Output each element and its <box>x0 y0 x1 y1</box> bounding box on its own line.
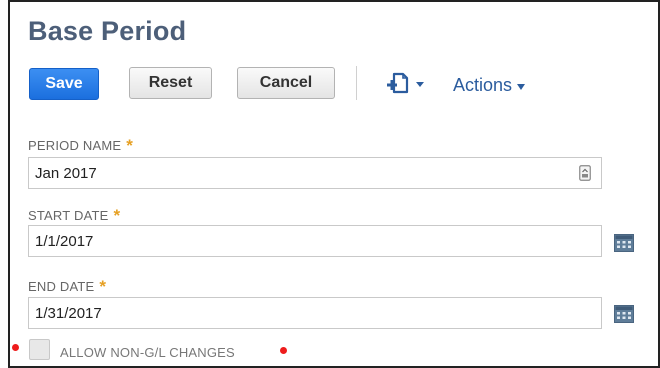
annotation-dot <box>12 344 19 351</box>
end-date-label-text: END DATE <box>28 279 95 294</box>
end-date-label: END DATE * <box>28 276 106 296</box>
end-date-field[interactable]: 1/31/2017 <box>28 297 602 329</box>
start-date-field[interactable]: 1/1/2017 <box>28 225 602 257</box>
start-date-value: 1/1/2017 <box>35 232 94 250</box>
period-name-value: Jan 2017 <box>35 164 97 182</box>
actions-label: Actions <box>453 75 513 95</box>
page-title: Base Period <box>28 16 187 46</box>
allow-non-gl-label: ALLOW NON-G/L CHANGES <box>60 345 235 360</box>
period-name-label: PERIOD NAME * <box>28 135 133 155</box>
required-marker: * <box>99 277 107 296</box>
annotation-dot <box>280 347 287 354</box>
required-marker: * <box>126 136 134 155</box>
field-picker-icon[interactable] <box>579 165 591 181</box>
calendar-icon[interactable] <box>614 234 634 252</box>
reset-button[interactable]: Reset <box>129 67 212 99</box>
toolbar-divider <box>356 66 357 100</box>
period-name-field[interactable]: Jan 2017 <box>28 157 602 189</box>
new-document-menu[interactable] <box>386 72 430 98</box>
cancel-button[interactable]: Cancel <box>237 67 335 99</box>
end-date-value: 1/31/2017 <box>35 304 102 322</box>
actions-menu[interactable]: Actions <box>453 75 526 96</box>
chevron-down-icon <box>416 82 424 87</box>
save-button[interactable]: Save <box>29 68 99 100</box>
start-date-label: START DATE * <box>28 205 120 225</box>
new-document-icon <box>387 72 424 94</box>
required-marker: * <box>113 206 121 225</box>
start-date-label-text: START DATE <box>28 208 109 223</box>
allow-non-gl-checkbox[interactable] <box>29 339 50 360</box>
period-name-label-text: PERIOD NAME <box>28 138 122 153</box>
calendar-icon[interactable] <box>614 305 634 323</box>
chevron-down-icon <box>517 83 526 90</box>
